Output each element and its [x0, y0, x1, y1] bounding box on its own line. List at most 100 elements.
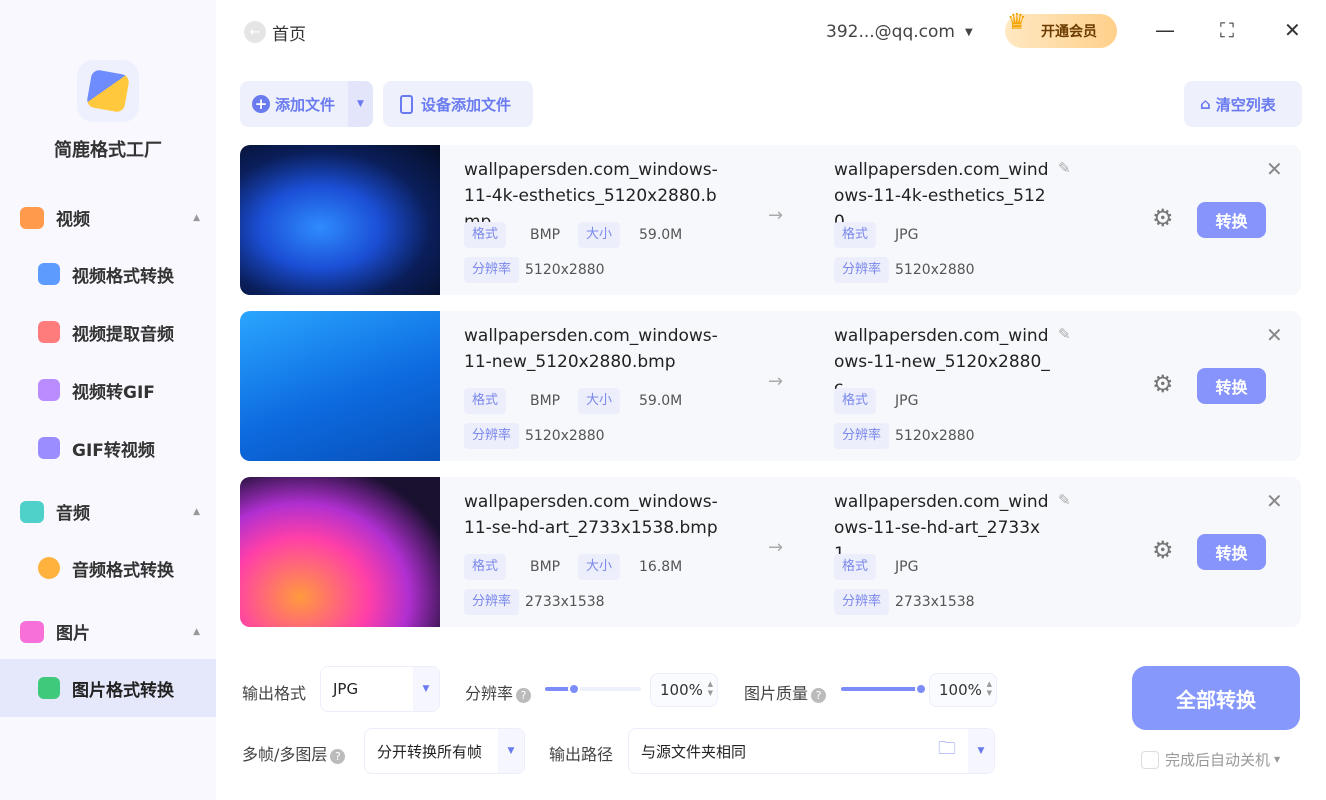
maximize-button[interactable]: ⛶: [1220, 18, 1234, 42]
settings-gear-icon[interactable]: ⚙: [1152, 536, 1174, 564]
music-note-icon: [38, 321, 60, 343]
minimize-button[interactable]: —: [1155, 18, 1175, 42]
vip-button[interactable]: ♛ 开通会员: [1005, 10, 1117, 48]
file-thumbnail: [240, 145, 440, 295]
edit-icon[interactable]: ✎: [1058, 491, 1071, 509]
sidebar-item-extract-audio[interactable]: 视频提取音频: [0, 303, 216, 361]
chevron-down-icon: ▼: [968, 729, 994, 773]
settings-gear-icon[interactable]: ⚙: [1152, 370, 1174, 398]
slider-handle[interactable]: [915, 683, 927, 695]
output-format-select[interactable]: JPG ▼: [320, 666, 440, 712]
sidebar-item-audio-convert[interactable]: 音频格式转换: [0, 539, 216, 597]
output-path-label: 输出路径: [549, 745, 614, 764]
size-tag: 大小: [578, 222, 621, 248]
folder-icon[interactable]: 🗀: [938, 736, 956, 766]
source-filename: wallpapersden.com_windows-11-new_5120x28…: [464, 326, 718, 372]
app-logo: [77, 60, 139, 122]
source-size: 59.0M: [639, 227, 683, 243]
checkbox[interactable]: [1141, 750, 1159, 769]
sidebar-item-gif-to-video[interactable]: GIF转视频: [0, 419, 216, 477]
output-resolution: 2733x1538: [895, 594, 975, 610]
remove-file-button[interactable]: ✕: [1266, 157, 1283, 181]
group-label: 视频: [56, 210, 90, 230]
sidebar: 简鹿格式工厂 视频 ▲ 视频格式转换 视频提取音频 视频转GIF GIF转视频 音…: [0, 0, 216, 800]
headphones-icon: [38, 557, 60, 579]
sidebar-item-video-to-gif[interactable]: 视频转GIF: [0, 361, 216, 419]
remove-file-button[interactable]: ✕: [1266, 323, 1283, 347]
file-card: wallpapersden.com_windows-11-4k-esthetic…: [240, 145, 1301, 295]
edit-icon[interactable]: ✎: [1058, 159, 1071, 177]
size-tag: 大小: [578, 554, 621, 580]
arrow-right-icon: →: [768, 537, 784, 558]
source-format: BMP: [530, 227, 561, 243]
source-resolution: 5120x2880: [525, 262, 605, 278]
caret-down-icon: ▼: [1274, 755, 1281, 764]
item-label: 视频提取音频: [72, 324, 174, 345]
slider-handle[interactable]: [567, 683, 580, 695]
resolution-input[interactable]: 100% ▲ ▼: [650, 673, 718, 707]
auto-shutdown-checkbox[interactable]: 完成后自动关机 ▼: [1141, 749, 1280, 770]
remove-file-button[interactable]: ✕: [1266, 489, 1283, 513]
vip-label: 开通会员: [1041, 24, 1097, 40]
quality-label: 图片质量?: [744, 680, 827, 704]
quality-slider[interactable]: [841, 683, 927, 695]
account-menu[interactable]: 392...@qq.com ▼: [826, 18, 973, 46]
back-home-button[interactable]: ← 首页: [244, 18, 306, 46]
file-thumbnail: [240, 311, 440, 461]
gif-icon: [38, 379, 60, 401]
gif-icon: [38, 437, 60, 459]
settings-gear-icon[interactable]: ⚙: [1152, 204, 1174, 232]
resolution-tag: 分辨率: [464, 257, 520, 283]
sidebar-item-video-convert[interactable]: 视频格式转换: [0, 245, 216, 303]
file-card: wallpapersden.com_windows-11-new_5120x28…: [240, 311, 1301, 461]
item-label: GIF转视频: [72, 440, 155, 461]
output-format-label: 输出格式: [242, 684, 307, 703]
source-format: BMP: [530, 559, 561, 575]
output-path-select[interactable]: 与源文件夹相同 🗀 ▼: [628, 728, 995, 774]
close-window-button[interactable]: ✕: [1284, 18, 1301, 42]
format-tag: 格式: [834, 554, 877, 580]
convert-button[interactable]: 转换: [1197, 368, 1266, 404]
audio-icon: [20, 500, 44, 523]
image-icon: [20, 620, 44, 643]
edit-icon[interactable]: ✎: [1058, 325, 1071, 343]
item-label: 视频转GIF: [72, 382, 155, 403]
back-label: 首页: [272, 24, 306, 45]
output-format: JPG: [895, 227, 919, 243]
file-card: wallpapersden.com_windows-11-se-hd-art_2…: [240, 477, 1301, 627]
crown-icon: ♛: [1007, 10, 1027, 35]
spinner-icon[interactable]: ▲ ▼: [987, 680, 992, 698]
caret-up-icon: ▲: [193, 212, 200, 223]
quality-input[interactable]: 100% ▲ ▼: [929, 673, 997, 707]
format-tag: 格式: [834, 388, 877, 414]
add-file-button[interactable]: + 添加文件 ▼: [240, 81, 373, 127]
convert-all-button[interactable]: 全部转换: [1132, 666, 1300, 730]
resolution-slider[interactable]: [545, 683, 641, 695]
output-format: JPG: [895, 393, 919, 409]
image-convert-icon: [38, 677, 60, 699]
multiframe-label: 多帧/多图层?: [242, 741, 346, 765]
format-tag: 格式: [464, 388, 507, 414]
sidebar-group-video[interactable]: 视频 ▲: [20, 205, 200, 230]
device-add-file-button[interactable]: 设备添加文件: [383, 81, 533, 127]
caret-up-icon: ▲: [193, 626, 200, 637]
app-name: 简鹿格式工厂: [54, 140, 162, 161]
sidebar-group-audio[interactable]: 音频 ▲: [20, 499, 200, 524]
add-file-dropdown[interactable]: ▼: [348, 81, 373, 127]
convert-button[interactable]: 转换: [1197, 202, 1266, 238]
source-size: 16.8M: [639, 559, 683, 575]
item-label: 音频格式转换: [72, 560, 174, 581]
group-label: 图片: [56, 624, 90, 644]
account-email: 392...@qq.com: [826, 22, 955, 42]
chevron-down-icon: ▼: [498, 729, 524, 773]
sidebar-item-image-convert[interactable]: 图片格式转换: [0, 659, 216, 717]
auto-shutdown-label: 完成后自动关机: [1165, 751, 1271, 769]
sidebar-group-image[interactable]: 图片 ▲: [20, 619, 200, 644]
convert-button[interactable]: 转换: [1197, 534, 1266, 570]
spinner-icon[interactable]: ▲ ▼: [708, 680, 713, 698]
multiframe-select[interactable]: 分开转换所有帧 ▼: [364, 728, 525, 774]
help-icon: ?: [516, 688, 532, 703]
clear-list-button[interactable]: ⌂ 清空列表: [1184, 81, 1302, 127]
arrow-right-icon: →: [768, 205, 784, 226]
resolution-tag: 分辨率: [834, 257, 890, 283]
